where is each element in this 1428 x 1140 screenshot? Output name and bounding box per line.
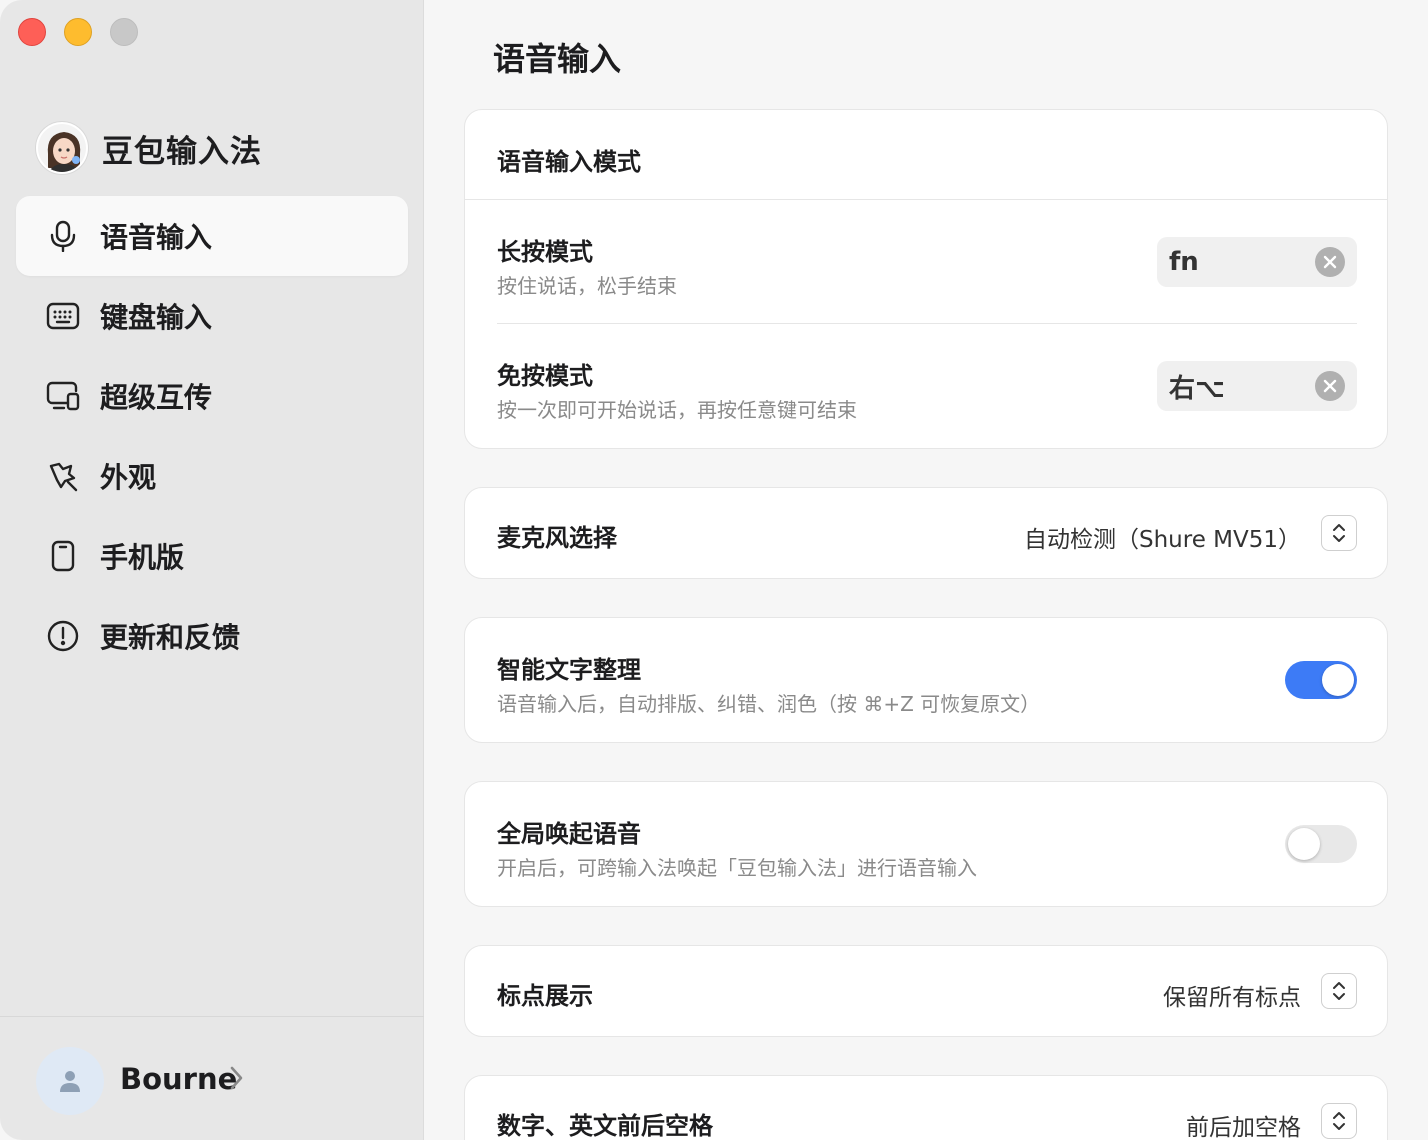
- microphone-title: 麦克风选择: [497, 524, 617, 552]
- shortcut-value: fn: [1169, 247, 1199, 277]
- chevron-right-icon[interactable]: [228, 1065, 244, 1095]
- clear-shortcut-button[interactable]: [1315, 371, 1345, 401]
- toggle-knob: [1288, 828, 1320, 860]
- spacing-title: 数字、英文前后空格: [497, 1112, 713, 1140]
- microphone-select-value[interactable]: 自动检测（Shure MV51）: [1024, 520, 1301, 554]
- long-press-shortcut-field[interactable]: fn: [1157, 237, 1357, 287]
- devices-icon: [46, 379, 80, 413]
- long-press-title: 长按模式: [497, 238, 593, 266]
- punctuation-title: 标点展示: [497, 982, 593, 1010]
- sidebar-item-label: 手机版: [100, 541, 185, 574]
- sidebar-item-appearance[interactable]: 外观: [16, 436, 408, 516]
- global-voice-desc: 开启后，可跨输入法唤起「豆包输入法」进行语音输入: [497, 856, 977, 880]
- sidebar-item-voice-input[interactable]: 语音输入: [16, 196, 408, 276]
- free-press-shortcut-field[interactable]: 右⌥: [1157, 361, 1357, 411]
- main-content: 语音输入 语音输入模式 长按模式 按住说话，松手结束 fn 免按模式 按一次即可…: [425, 0, 1428, 1140]
- close-icon: [1323, 255, 1337, 269]
- global-voice-title: 全局唤起语音: [497, 820, 641, 848]
- microphone-card: 麦克风选择 自动检测（Shure MV51）: [464, 487, 1388, 579]
- close-icon: [1323, 379, 1337, 393]
- shortcut-value: 右⌥: [1169, 373, 1225, 404]
- spacing-card: 数字、英文前后空格 前后加空格: [464, 1075, 1388, 1140]
- punctuation-select-stepper[interactable]: [1321, 973, 1357, 1009]
- brush-icon: [46, 459, 80, 493]
- sidebar-item-updates-feedback[interactable]: 更新和反馈: [16, 596, 408, 676]
- sidebar-item-keyboard-input[interactable]: 键盘输入: [16, 276, 408, 356]
- minimize-window-button[interactable]: [64, 18, 92, 46]
- divider: [465, 199, 1387, 200]
- smart-text-toggle[interactable]: [1285, 661, 1357, 699]
- app-header: 豆包输入法: [36, 122, 262, 174]
- free-press-title: 免按模式: [497, 362, 593, 390]
- sidebar: 豆包输入法 语音输入 键盘输入 超级互传 外观 手机版 更新和反馈 Bourne: [0, 0, 424, 1140]
- smart-text-title: 智能文字整理: [497, 656, 641, 684]
- zoom-window-button[interactable]: [110, 18, 138, 46]
- punctuation-select-value[interactable]: 保留所有标点: [1163, 978, 1301, 1012]
- free-press-desc: 按一次即可开始说话，再按任意键可结束: [497, 398, 857, 422]
- sidebar-item-label: 超级互传: [100, 381, 213, 414]
- phone-icon: [46, 539, 80, 573]
- long-press-desc: 按住说话，松手结束: [497, 274, 677, 298]
- user-name[interactable]: Bourne: [120, 1062, 237, 1096]
- smart-text-desc: 语音输入后，自动排版、纠错、润色（按 ⌘+Z 可恢复原文）: [497, 692, 1041, 716]
- sidebar-nav: 语音输入 键盘输入 超级互传 外观 手机版 更新和反馈: [16, 196, 408, 676]
- chevron-up-down-icon: [1333, 524, 1345, 542]
- person-icon: [60, 1071, 80, 1092]
- app-title: 豆包输入法: [102, 133, 262, 170]
- smart-text-card: 智能文字整理 语音输入后，自动排版、纠错、润色（按 ⌘+Z 可恢复原文）: [464, 617, 1388, 743]
- chevron-up-down-icon: [1333, 982, 1345, 1000]
- card-title: 语音输入模式: [497, 148, 641, 176]
- app-logo: [36, 122, 88, 174]
- app-window: 豆包输入法 语音输入 键盘输入 超级互传 外观 手机版 更新和反馈 Bourne…: [0, 0, 1428, 1140]
- sidebar-item-mobile[interactable]: 手机版: [16, 516, 408, 596]
- voice-mode-card: 语音输入模式 长按模式 按住说话，松手结束 fn 免按模式 按一次即可开始说话，…: [464, 109, 1388, 449]
- global-voice-card: 全局唤起语音 开启后，可跨输入法唤起「豆包输入法」进行语音输入: [464, 781, 1388, 907]
- spacing-select-value[interactable]: 前后加空格: [1186, 1108, 1301, 1140]
- sidebar-item-label: 更新和反馈: [100, 621, 241, 654]
- microphone-icon: [46, 219, 80, 253]
- chevron-up-down-icon: [1333, 1112, 1345, 1130]
- sidebar-footer: Bourne: [0, 1016, 424, 1140]
- user-avatar[interactable]: [36, 1047, 104, 1115]
- spacing-select-stepper[interactable]: [1321, 1103, 1357, 1139]
- microphone-select-stepper[interactable]: [1321, 515, 1357, 551]
- toggle-knob: [1322, 664, 1354, 696]
- keyboard-icon: [46, 299, 80, 333]
- global-voice-toggle[interactable]: [1285, 825, 1357, 863]
- close-window-button[interactable]: [18, 18, 46, 46]
- info-icon: [46, 619, 80, 653]
- sidebar-item-label: 外观: [100, 461, 157, 494]
- sidebar-item-super-transfer[interactable]: 超级互传: [16, 356, 408, 436]
- clear-shortcut-button[interactable]: [1315, 247, 1345, 277]
- page-title: 语音输入: [493, 40, 622, 78]
- divider: [497, 323, 1357, 324]
- sidebar-item-label: 键盘输入: [100, 301, 213, 334]
- sidebar-item-label: 语音输入: [100, 221, 213, 254]
- punctuation-card: 标点展示 保留所有标点: [464, 945, 1388, 1037]
